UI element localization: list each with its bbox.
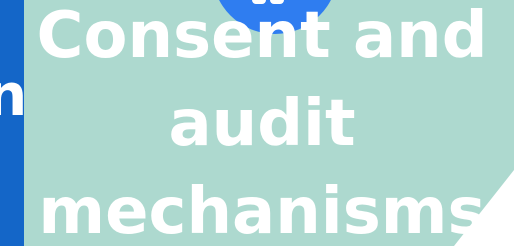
title-line: Consent and bbox=[36, 0, 488, 73]
left-panel-letter: n bbox=[0, 61, 24, 129]
left-panel-edge: n bbox=[0, 0, 24, 246]
slide-title: Consent and audit mechanisms bbox=[24, 0, 500, 246]
title-line: mechanisms bbox=[38, 175, 486, 246]
slide-canvas: n Consent and audit mechanisms bbox=[0, 0, 514, 246]
slide-card[interactable]: Consent and audit mechanisms bbox=[24, 0, 514, 246]
corner-fold bbox=[454, 170, 514, 246]
title-line: audit bbox=[168, 87, 356, 161]
